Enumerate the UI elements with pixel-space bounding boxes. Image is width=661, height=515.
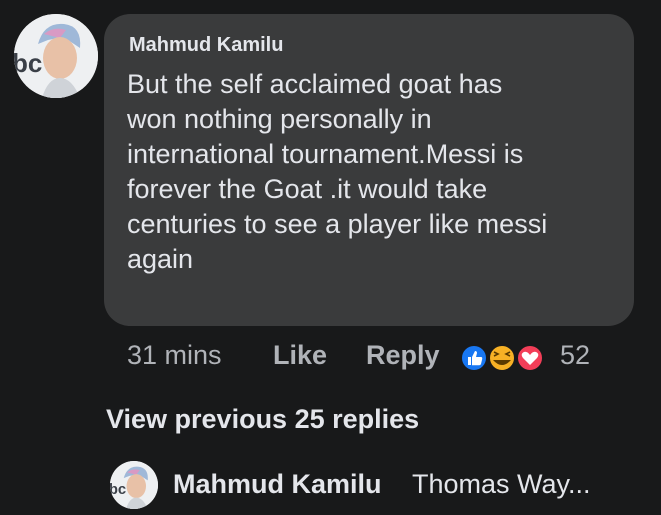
avatar-photo: bc: [110, 461, 158, 509]
comment-timestamp[interactable]: 31 mins: [127, 340, 222, 371]
reply-button[interactable]: Reply: [366, 340, 440, 371]
reply-author-avatar[interactable]: bc: [110, 461, 158, 509]
reactions-summary[interactable]: [460, 343, 555, 373]
reply-preview-text[interactable]: Thomas Way...: [412, 469, 591, 500]
love-reaction-icon: [516, 344, 544, 372]
commenter-avatar[interactable]: bc: [14, 14, 98, 98]
svg-text:bc: bc: [110, 482, 126, 498]
avatar-photo: bc: [14, 14, 98, 98]
comment-bubble: Mahmud Kamilu But the self acclaimed goa…: [104, 14, 634, 326]
reply-author-name[interactable]: Mahmud Kamilu: [173, 469, 382, 500]
like-button[interactable]: Like: [273, 340, 327, 371]
view-previous-replies-link[interactable]: View previous 25 replies: [106, 404, 419, 435]
svg-text:bc: bc: [14, 48, 42, 78]
like-reaction-icon: [460, 344, 488, 372]
haha-reaction-icon: [488, 344, 516, 372]
reaction-count[interactable]: 52: [560, 340, 590, 371]
comment-author-name[interactable]: Mahmud Kamilu: [129, 34, 283, 57]
comment-text: But the self acclaimed goat has won noth…: [127, 69, 548, 274]
